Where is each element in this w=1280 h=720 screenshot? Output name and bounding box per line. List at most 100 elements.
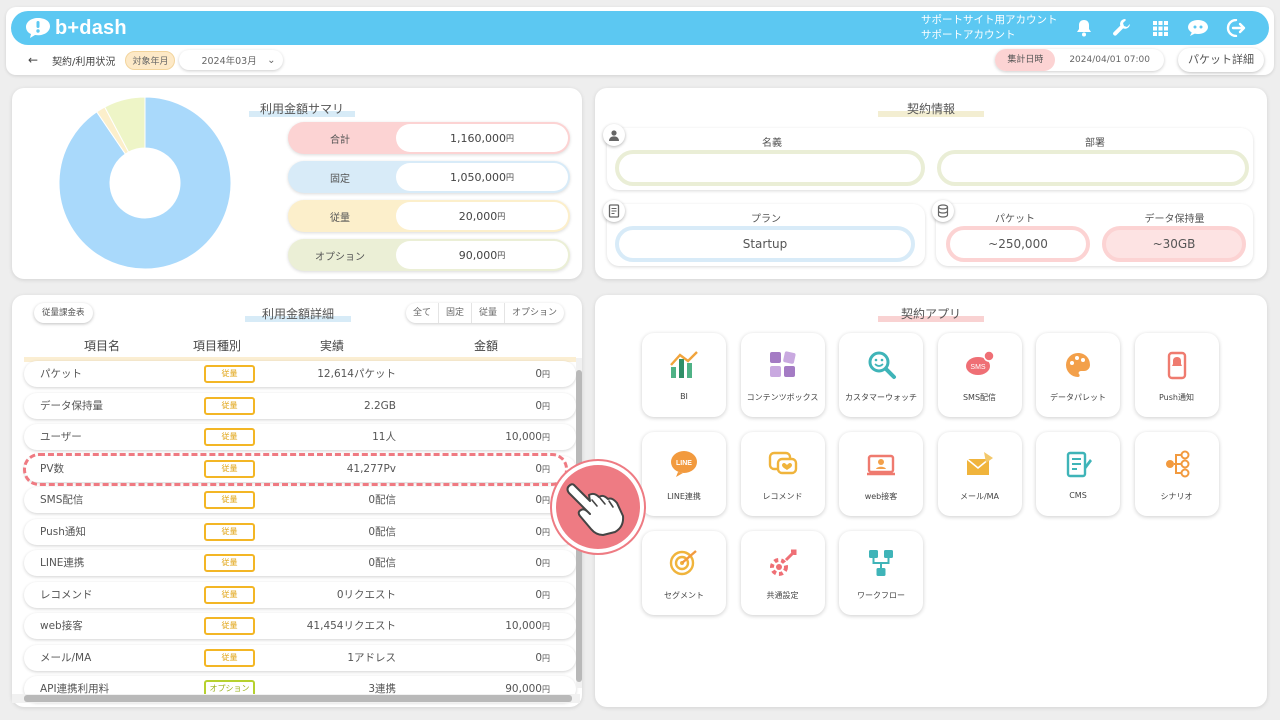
summary-label: 従量 xyxy=(290,202,390,230)
plan-box: プラン Startup xyxy=(607,204,925,266)
page-title: 契約/利用状況 xyxy=(52,56,116,68)
support-chat-icon[interactable] xyxy=(1185,16,1211,40)
app-tile-label: CMS xyxy=(1069,491,1087,500)
app-tile[interactable]: カスタマーウォッチ xyxy=(839,333,923,417)
table-row[interactable]: LINE連携 従量 0配信 0円 xyxy=(24,550,576,576)
table-row[interactable]: パケット 従量 12,614パケット 0円 xyxy=(24,361,576,387)
packet-label: パケット xyxy=(995,214,1035,225)
row-amount: 10,000円 xyxy=(505,431,550,443)
app-tile[interactable]: レコメンド xyxy=(740,432,825,516)
bi-chart-icon xyxy=(668,349,700,381)
highlight-pv-row xyxy=(23,453,568,486)
row-type-badge: 従量 xyxy=(204,648,255,667)
summary-value: 20,000 円 xyxy=(396,202,568,230)
app-header: b+dash サポートサイト用アカウント サポートアカウント xyxy=(11,11,1269,45)
row-item-name: ユーザー xyxy=(40,431,82,443)
horizontal-scroll-thumb[interactable] xyxy=(24,695,572,702)
row-amount: 10,000円 xyxy=(505,620,550,632)
row-actual: 11人 xyxy=(372,431,396,443)
detail-title: 利用金額詳細 xyxy=(245,305,351,322)
app-tile[interactable]: ワークフロー xyxy=(839,531,923,615)
app-tile[interactable]: Push通知 xyxy=(1134,333,1219,417)
column-header-name: 項目名 xyxy=(83,339,120,353)
app-tile-label: web接客 xyxy=(864,492,898,501)
app-tile-label: Push通知 xyxy=(1159,393,1194,402)
row-item-name: レコメンド xyxy=(40,588,93,601)
row-actual: 0配信 xyxy=(368,525,396,538)
app-tile-label: データパレット xyxy=(1050,393,1106,402)
web-service-icon xyxy=(865,448,897,480)
document-icon xyxy=(603,200,625,222)
row-item-name: Push通知 xyxy=(40,525,86,538)
tab-option[interactable]: オプション xyxy=(503,303,564,323)
app-tile[interactable]: CMS xyxy=(1036,432,1120,516)
app-tile[interactable]: メール/MA xyxy=(937,432,1022,516)
app-tile[interactable]: セグメント xyxy=(642,531,726,615)
column-header-actual: 実績 xyxy=(319,339,344,353)
tab-fixed[interactable]: 固定 xyxy=(437,303,471,323)
packet-detail-button[interactable]: パケット詳細 xyxy=(1178,48,1264,72)
app-tile-label: SMS配信 xyxy=(962,393,997,402)
summary-value: 1,050,000 円 xyxy=(396,163,568,191)
logo[interactable]: b+dash xyxy=(25,17,127,40)
apps-panel: 契約アプリ BI コンテンツボックス カスタマーウォッチ SMS SMS配信 データパレッ… xyxy=(595,295,1267,707)
row-actual: 12,614パケット xyxy=(317,368,396,380)
wrench-icon[interactable] xyxy=(1109,16,1135,40)
column-header-amount: 金額 xyxy=(473,339,498,353)
row-actual: 1アドレス xyxy=(347,651,396,664)
app-tile[interactable]: コンテンツボックス xyxy=(740,333,825,417)
summary-value: 90,000 円 xyxy=(396,241,568,269)
table-row[interactable]: ユーザー 従量 11人 10,000円 xyxy=(24,424,576,450)
summary-label: オプション xyxy=(290,241,390,269)
app-tile[interactable]: シナリオ xyxy=(1134,432,1219,516)
row-type-badge: 従量 xyxy=(204,365,255,383)
table-row[interactable]: データ保持量 従量 2.2GB 0円 xyxy=(24,392,576,419)
app-tile[interactable]: データパレット xyxy=(1036,333,1120,417)
row-actual: 0リクエスト xyxy=(336,588,396,601)
summary-row-fixed: 固定 1,050,000 円 xyxy=(288,161,570,193)
contract-panel: 契約情報 名義 部署 プラン Startup パケット ~250,000 データ… xyxy=(595,88,1267,279)
app-tile[interactable]: SMS SMS配信 xyxy=(937,333,1022,417)
row-amount: 0円 xyxy=(535,651,550,664)
app-tile-label: セグメント xyxy=(664,591,704,600)
summary-row-metered: 従量 20,000 円 xyxy=(288,200,570,232)
row-amount: 0円 xyxy=(535,399,550,412)
period-select[interactable]: 2024年03月 ⌄ xyxy=(179,50,283,70)
table-row[interactable]: メール/MA 従量 1アドレス 0円 xyxy=(24,644,576,671)
aggregation-label: 集計日時 xyxy=(995,49,1056,71)
table-row[interactable]: レコメンド 従量 0リクエスト 0円 xyxy=(24,581,576,608)
app-tile[interactable]: web接客 xyxy=(839,432,923,516)
plan-label: プラン xyxy=(751,214,781,225)
app-tile[interactable]: LINE LINE連携 xyxy=(642,432,726,516)
logout-icon[interactable] xyxy=(1223,16,1249,40)
tab-metered[interactable]: 従量 xyxy=(470,303,504,323)
table-horizontal-scrollbar[interactable] xyxy=(12,694,580,703)
aggregation-value: 2024/04/01 07:00 xyxy=(1069,55,1150,65)
app-tile-label: カスタマーウォッチ xyxy=(845,393,917,402)
summary-label: 固定 xyxy=(290,163,390,191)
row-type-badge: 従量 xyxy=(204,428,255,446)
summary-panel: 利用金額サマリ 合計 1,160,000 円 固定 1,050,000 円 従量 2… xyxy=(12,88,582,279)
table-row[interactable]: Push通知 従量 0配信 0円 xyxy=(24,518,576,545)
app-tile[interactable]: BI xyxy=(642,333,726,417)
table-row[interactable]: SMS配信 従量 0配信 0円 xyxy=(24,487,576,513)
bell-icon[interactable] xyxy=(1071,16,1097,40)
mail-icon xyxy=(964,448,996,480)
grid-icon[interactable] xyxy=(1147,16,1173,40)
row-type-badge: 従量 xyxy=(204,491,255,509)
app-tile-label: レコメンド xyxy=(762,492,803,501)
sms-icon: SMS xyxy=(964,349,996,381)
app-tile[interactable]: 共通設定 xyxy=(740,531,825,615)
rate-table-button[interactable]: 従量課金表 xyxy=(34,303,93,323)
cms-icon xyxy=(1062,448,1094,480)
table-row[interactable]: web接客 従量 41,454リクエスト 10,000円 xyxy=(24,613,576,639)
back-button[interactable]: ← xyxy=(28,53,38,67)
workflow-icon xyxy=(865,547,897,579)
pointer-hand-icon xyxy=(552,461,644,553)
common-settings-icon xyxy=(767,547,799,579)
row-type-badge: 従量 xyxy=(204,522,255,541)
svg-text:LINE: LINE xyxy=(676,460,692,467)
detail-filter-tabs: 全て 固定 従量 オプション xyxy=(406,303,564,323)
app-tile-label: 共通設定 xyxy=(766,591,799,600)
tab-all[interactable]: 全て xyxy=(406,303,438,323)
